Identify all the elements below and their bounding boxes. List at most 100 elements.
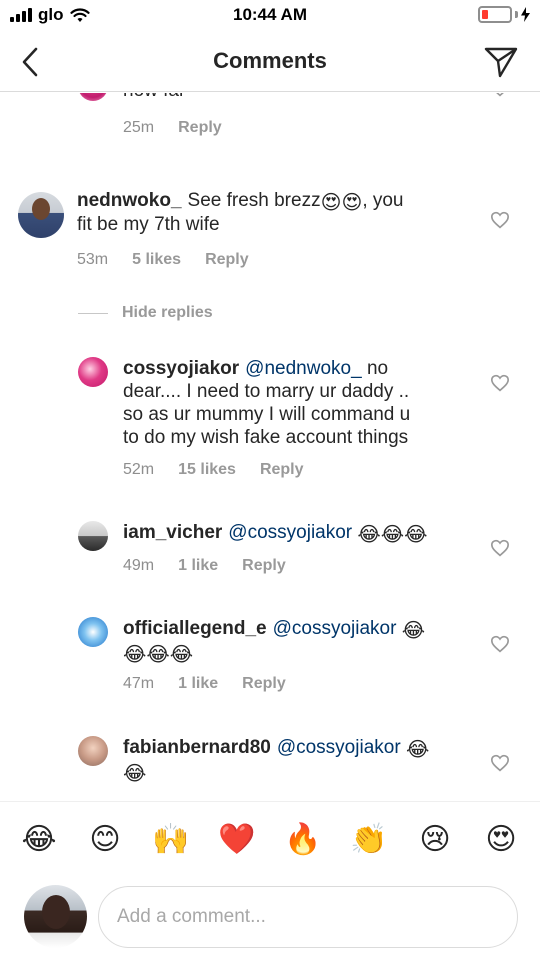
page-title: Comments	[213, 48, 327, 73]
comment-username[interactable]: fabianbernard80	[123, 737, 271, 758]
tears-of-joy-emoji: 😂	[405, 739, 430, 761]
like-heart-icon[interactable]	[490, 635, 510, 653]
fire-reaction-button[interactable]: 🔥	[279, 816, 327, 864]
comments-list[interactable]: how far 25m Reply nednwoko_See fresh bre…	[0, 93, 540, 800]
comment-body: See fresh brezz	[187, 190, 321, 211]
tears-of-joy-emoji: 😂	[404, 524, 428, 546]
reply-button[interactable]: Reply	[178, 119, 222, 137]
reply-button[interactable]: Reply	[242, 557, 286, 575]
comment-item: iam_vicher @cossyojiakor 😂😂😂 49m 1 like R…	[0, 521, 540, 581]
like-heart-icon[interactable]	[490, 754, 510, 772]
share-button[interactable]	[482, 43, 520, 81]
comment-username[interactable]: nednwoko_	[77, 190, 182, 211]
smile-reaction-button[interactable]: 😊	[81, 816, 129, 864]
mention-link[interactable]: @cossyojiakor	[273, 618, 397, 639]
like-heart-icon[interactable]	[490, 93, 510, 97]
heart-eyes-emoji: 😍	[485, 822, 517, 856]
clapping-hands-emoji: 👏	[350, 822, 388, 856]
comment-text: how far	[123, 93, 185, 102]
comment-username[interactable]: cossyojiakor	[123, 358, 239, 379]
comment-meta: 53m 5 likes Reply	[77, 251, 249, 269]
avatar[interactable]	[78, 357, 108, 387]
comment-item: cossyojiakor @nednwoko_ no dear.... I nee…	[0, 357, 540, 487]
comment-username[interactable]: iam_vicher	[123, 522, 222, 543]
tears-of-joy-emoji: 😂	[169, 644, 194, 666]
clap-reaction-button[interactable]: 👏	[345, 816, 393, 864]
comment-meta: 52m 15 likes Reply	[123, 461, 304, 479]
comment-text: officiallegend_e @cossyojiakor 😂 😂😂😂	[123, 617, 463, 665]
smiling-face-emoji: 😊	[89, 822, 121, 856]
comment-time: 25m	[123, 119, 155, 136]
crying-reaction-button[interactable]: 😢	[411, 816, 459, 864]
reply-button[interactable]: Reply	[242, 675, 286, 693]
comment-username[interactable]: officiallegend_e	[123, 618, 267, 639]
heart-reaction-button[interactable]: ❤️	[213, 816, 261, 864]
comment-body: , you	[362, 190, 404, 211]
likes-count[interactable]: 1 like	[178, 675, 218, 693]
tears-of-joy-emoji: 😂	[146, 644, 170, 666]
comment-time: 52m	[123, 461, 155, 478]
comment-item: nednwoko_ See fresh brezz😍😍, you fit be m…	[0, 189, 540, 279]
reply-button[interactable]: Reply	[205, 251, 249, 269]
likes-count[interactable]: 5 likes	[132, 251, 181, 269]
comment-meta: 47m 1 like Reply	[123, 675, 286, 693]
comment-text: iam_vicher @cossyojiakor 😂😂😂	[123, 521, 463, 545]
paper-plane-icon	[484, 47, 518, 78]
likes-count[interactable]: 15 likes	[178, 461, 236, 479]
comment-item: officiallegend_e @cossyojiakor 😂 😂😂😂 47m …	[0, 617, 540, 697]
red-heart-emoji: ❤️	[218, 822, 256, 856]
avatar[interactable]	[24, 885, 87, 948]
comment-body: dear.... I need to marry ur daddy ..	[123, 381, 410, 402]
comment-item: how far 25m Reply	[0, 93, 540, 159]
comment-text: nednwoko_ See fresh brezz😍😍, you fit be m…	[77, 189, 457, 236]
tears-of-joy-emoji: 😂	[357, 524, 381, 546]
likes-count[interactable]: 1 like	[178, 557, 218, 575]
quick-reaction-bar: 😂 😊 🙌 ❤️ 🔥 👏 😢 😍	[0, 801, 540, 877]
comment-meta: 49m 1 like Reply	[123, 557, 286, 575]
fire-emoji: 🔥	[284, 822, 322, 856]
hide-replies-button[interactable]: Hide replies	[78, 304, 213, 322]
tears-of-joy-emoji: 😂	[401, 620, 426, 642]
comment-item: fabianbernard80 @cossyojiakor 😂 😂	[0, 736, 540, 800]
heart-eyes-emoji: 😍	[341, 192, 363, 214]
status-bar: glo 10:44 AM	[0, 0, 540, 34]
avatar[interactable]	[18, 192, 64, 238]
heart-eyes-reaction-button[interactable]: 😍	[477, 816, 525, 864]
comment-body: to do my wish fake account things	[123, 427, 409, 448]
crying-face-emoji: 😢	[419, 822, 451, 856]
add-comment-input[interactable]	[98, 886, 518, 948]
like-heart-icon[interactable]	[490, 374, 510, 392]
comment-time: 47m	[123, 675, 155, 692]
hide-replies-label: Hide replies	[122, 304, 213, 321]
like-heart-icon[interactable]	[490, 211, 510, 229]
avatar[interactable]	[78, 736, 108, 766]
battery-icon	[478, 6, 530, 23]
comment-body: how far	[123, 93, 185, 101]
comment-body: fit be my 7th wife	[77, 214, 220, 235]
status-time: 10:44 AM	[232, 5, 307, 24]
comment-meta: 25m Reply	[123, 119, 222, 137]
avatar[interactable]	[78, 521, 108, 551]
comment-time: 49m	[123, 557, 155, 574]
tears-of-joy-emoji: 😂	[123, 644, 147, 666]
reply-button[interactable]: Reply	[260, 461, 304, 479]
raised-hands-emoji: 🙌	[152, 822, 190, 856]
charging-bolt-icon	[521, 7, 530, 22]
tears-of-joy-emoji: 😂	[380, 524, 405, 546]
raised-hands-reaction-button[interactable]: 🙌	[147, 816, 195, 864]
tears-of-joy-reaction-button[interactable]: 😂	[15, 816, 63, 864]
comment-text: cossyojiakor @nednwoko_ no dear.... I nee…	[123, 357, 463, 449]
like-heart-icon[interactable]	[490, 539, 510, 557]
comment-time: 53m	[77, 251, 109, 268]
avatar[interactable]	[78, 617, 108, 647]
tears-of-joy-emoji: 😂	[21, 822, 57, 856]
avatar[interactable]	[78, 93, 108, 101]
comments-header: Comments	[0, 34, 540, 92]
mention-link[interactable]: @nednwoko_	[245, 358, 361, 379]
comment-body: no	[366, 358, 389, 379]
comment-text: fabianbernard80 @cossyojiakor 😂 😂	[123, 736, 483, 784]
mention-link[interactable]: @cossyojiakor	[228, 522, 352, 543]
divider	[78, 312, 108, 314]
comment-composer	[0, 877, 540, 960]
mention-link[interactable]: @cossyojiakor	[277, 737, 401, 758]
